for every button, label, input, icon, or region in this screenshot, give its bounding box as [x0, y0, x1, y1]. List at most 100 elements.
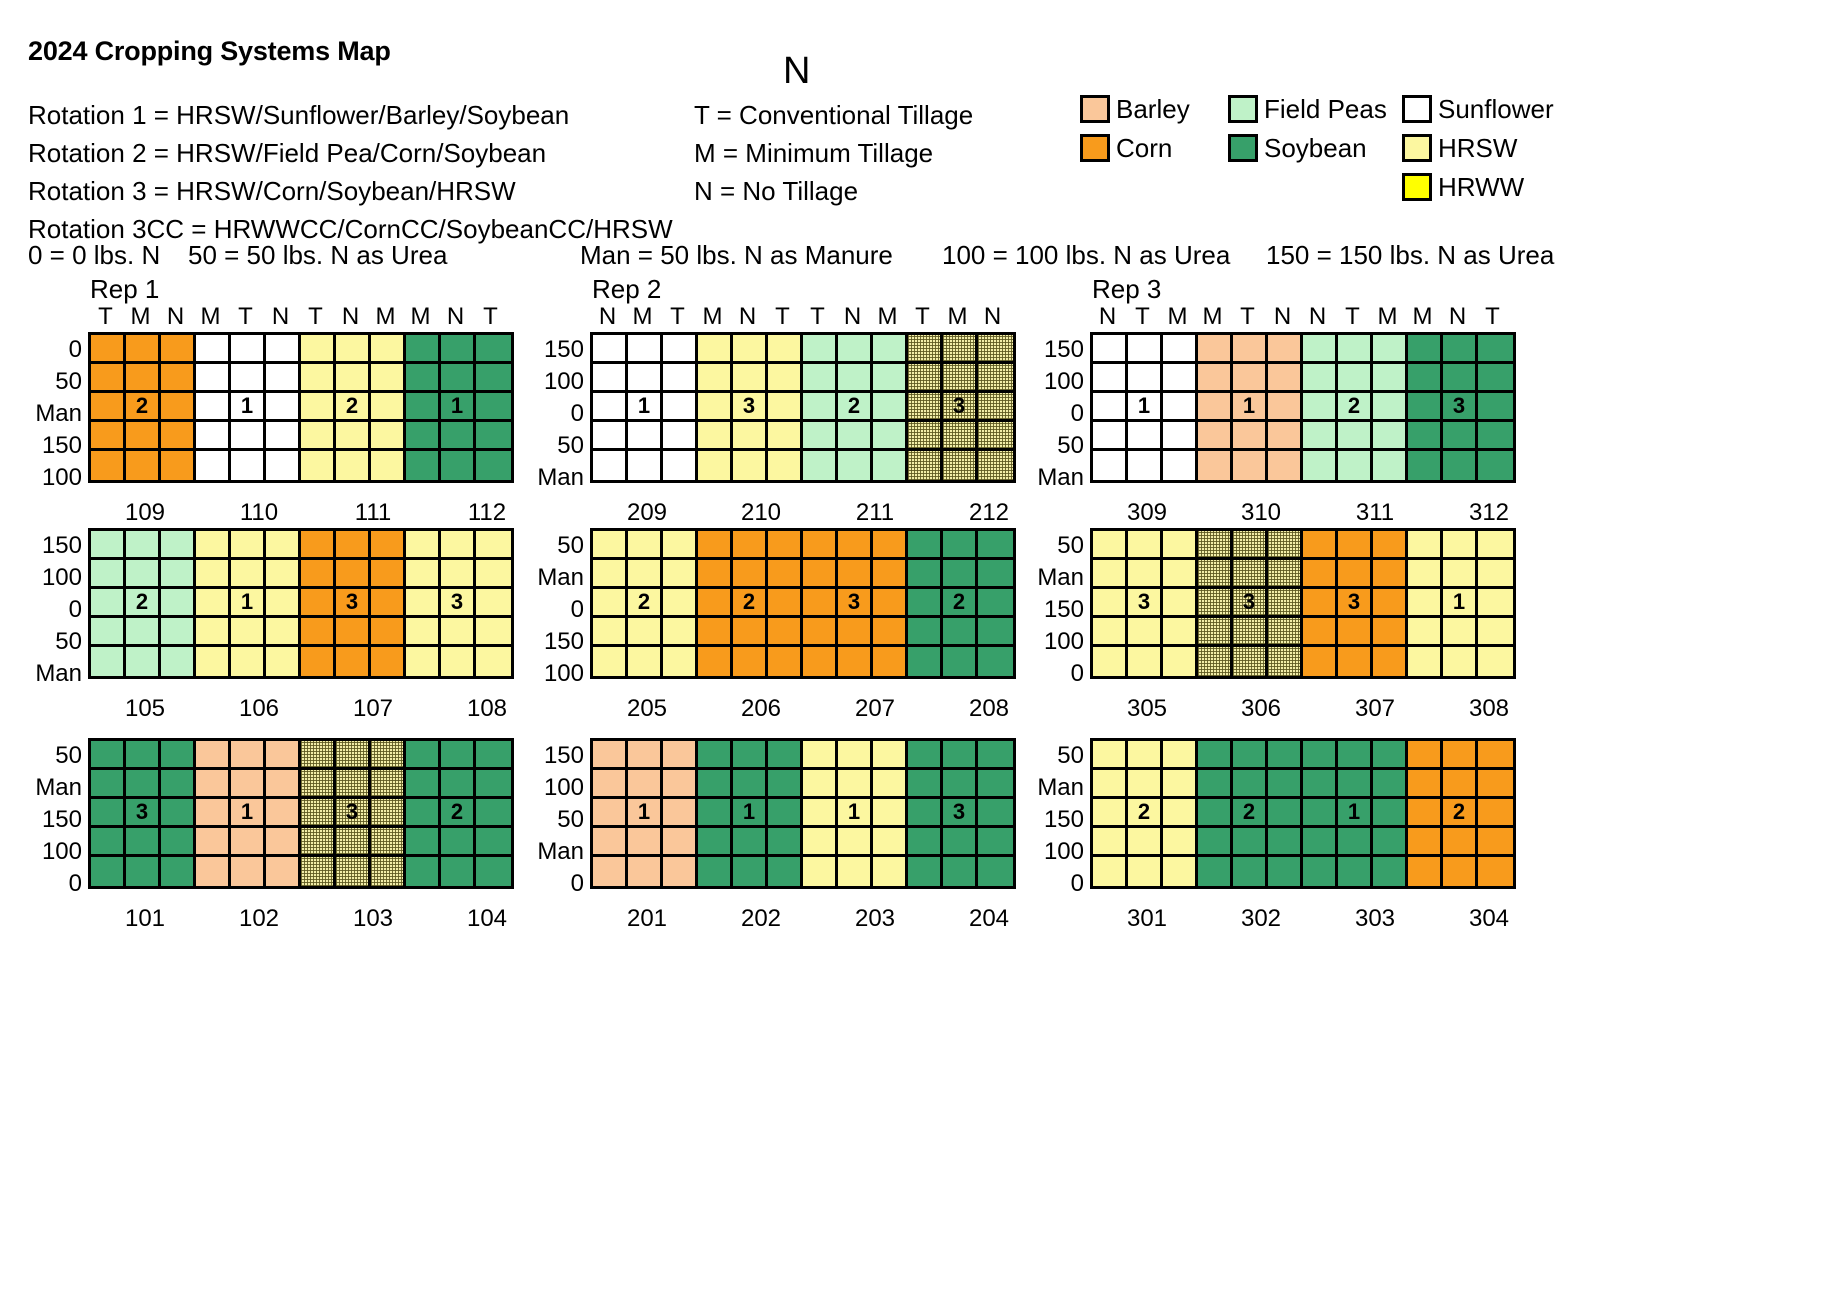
plot-cell[interactable] [1338, 364, 1373, 393]
plot-cell[interactable] [1443, 335, 1478, 364]
plot-cell[interactable] [908, 531, 943, 560]
plot-cell[interactable] [663, 799, 698, 828]
plot-cell[interactable] [1373, 531, 1408, 560]
plot-cell[interactable] [266, 335, 301, 364]
plot-cell[interactable] [1373, 770, 1408, 799]
plot-cell-rotation-label[interactable]: 2 [1233, 799, 1268, 828]
plot-cell[interactable] [768, 364, 803, 393]
plot-cell[interactable] [161, 335, 196, 364]
plot-cell[interactable] [1268, 589, 1303, 618]
plot-cell[interactable] [1408, 422, 1443, 451]
plot-cell[interactable] [628, 741, 663, 770]
plot-cell[interactable] [908, 422, 943, 451]
plot-cell[interactable] [91, 560, 126, 589]
plot-cell[interactable] [1303, 618, 1338, 647]
plot-cell[interactable] [126, 770, 161, 799]
plot-cell[interactable] [1373, 799, 1408, 828]
plot-cell[interactable] [1268, 799, 1303, 828]
plot-cell[interactable] [698, 451, 733, 480]
plot-cell[interactable] [126, 647, 161, 676]
plot-cell[interactable] [943, 364, 978, 393]
plot-cell[interactable] [1163, 364, 1198, 393]
plot-cell[interactable] [1093, 618, 1128, 647]
plot-cell[interactable] [733, 770, 768, 799]
plot-cell[interactable] [698, 422, 733, 451]
plot-cell[interactable] [336, 770, 371, 799]
plot-cell[interactable] [231, 828, 266, 857]
plot-cell[interactable] [1443, 451, 1478, 480]
plot-cell-rotation-label[interactable]: 1 [231, 799, 266, 828]
plot-cell[interactable] [943, 741, 978, 770]
plot-cell[interactable] [301, 364, 336, 393]
plot-cell[interactable] [768, 647, 803, 676]
plot-cell[interactable] [1233, 422, 1268, 451]
plot-cell[interactable] [196, 647, 231, 676]
plot-cell[interactable] [91, 364, 126, 393]
plot-cell[interactable] [663, 618, 698, 647]
plot-cell[interactable] [838, 451, 873, 480]
plot-cell[interactable] [1163, 560, 1198, 589]
plot-cell[interactable] [196, 770, 231, 799]
plot-cell[interactable] [441, 618, 476, 647]
plot-cell[interactable] [266, 618, 301, 647]
plot-cell[interactable] [768, 393, 803, 422]
plot-cell[interactable] [336, 560, 371, 589]
plot-cell[interactable] [1443, 828, 1478, 857]
plot-cell[interactable] [371, 589, 406, 618]
plot-cell[interactable] [1128, 647, 1163, 676]
plot-cell[interactable] [1093, 647, 1128, 676]
plot-cell-rotation-label[interactable]: 3 [1443, 393, 1478, 422]
plot-cell[interactable] [628, 531, 663, 560]
plot-cell[interactable] [441, 422, 476, 451]
plot-cell[interactable] [371, 828, 406, 857]
plot-cell[interactable] [663, 828, 698, 857]
plot-cell[interactable] [301, 422, 336, 451]
plot-cell[interactable] [908, 770, 943, 799]
plot-cell[interactable] [1093, 335, 1128, 364]
plot-cell[interactable] [336, 741, 371, 770]
plot-cell[interactable] [733, 618, 768, 647]
plot-cell-rotation-label[interactable]: 3 [1128, 589, 1163, 618]
plot-cell[interactable] [1303, 422, 1338, 451]
plot-cell-rotation-label[interactable]: 1 [733, 799, 768, 828]
plot-cell[interactable] [1373, 618, 1408, 647]
plot-cell-rotation-label[interactable]: 1 [1338, 799, 1373, 828]
plot-cell[interactable] [1268, 770, 1303, 799]
plot-cell[interactable] [406, 828, 441, 857]
plot-cell[interactable] [266, 560, 301, 589]
plot-cell[interactable] [803, 335, 838, 364]
plot-cell[interactable] [873, 560, 908, 589]
plot-cell[interactable] [336, 531, 371, 560]
plot-cell[interactable] [768, 335, 803, 364]
plot-cell[interactable] [628, 335, 663, 364]
plot-cell[interactable] [406, 364, 441, 393]
plot-cell[interactable] [161, 393, 196, 422]
plot-cell[interactable] [441, 335, 476, 364]
plot-cell[interactable] [91, 531, 126, 560]
plot-cell[interactable] [1093, 828, 1128, 857]
plot-cell[interactable] [803, 799, 838, 828]
plot-cell[interactable] [1408, 647, 1443, 676]
plot-cell[interactable] [1093, 589, 1128, 618]
plot-cell[interactable] [161, 560, 196, 589]
plot-cell[interactable] [1268, 531, 1303, 560]
plot-cell[interactable] [231, 741, 266, 770]
plot-cell[interactable] [441, 531, 476, 560]
plot-cell[interactable] [1373, 589, 1408, 618]
plot-cell[interactable] [1198, 560, 1233, 589]
plot-cell[interactable] [908, 393, 943, 422]
plot-cell[interactable] [371, 451, 406, 480]
plot-cell[interactable] [698, 618, 733, 647]
plot-cell[interactable] [91, 422, 126, 451]
plot-cell[interactable] [1338, 857, 1373, 886]
plot-cell[interactable] [406, 857, 441, 886]
plot-cell[interactable] [231, 560, 266, 589]
plot-cell[interactable] [1233, 364, 1268, 393]
plot-cell[interactable] [1478, 451, 1513, 480]
plot-cell-rotation-label[interactable]: 3 [838, 589, 873, 618]
plot-cell[interactable] [908, 335, 943, 364]
plot-cell[interactable] [1373, 857, 1408, 886]
plot-cell[interactable] [301, 647, 336, 676]
plot-cell[interactable] [803, 422, 838, 451]
plot-cell[interactable] [1338, 647, 1373, 676]
